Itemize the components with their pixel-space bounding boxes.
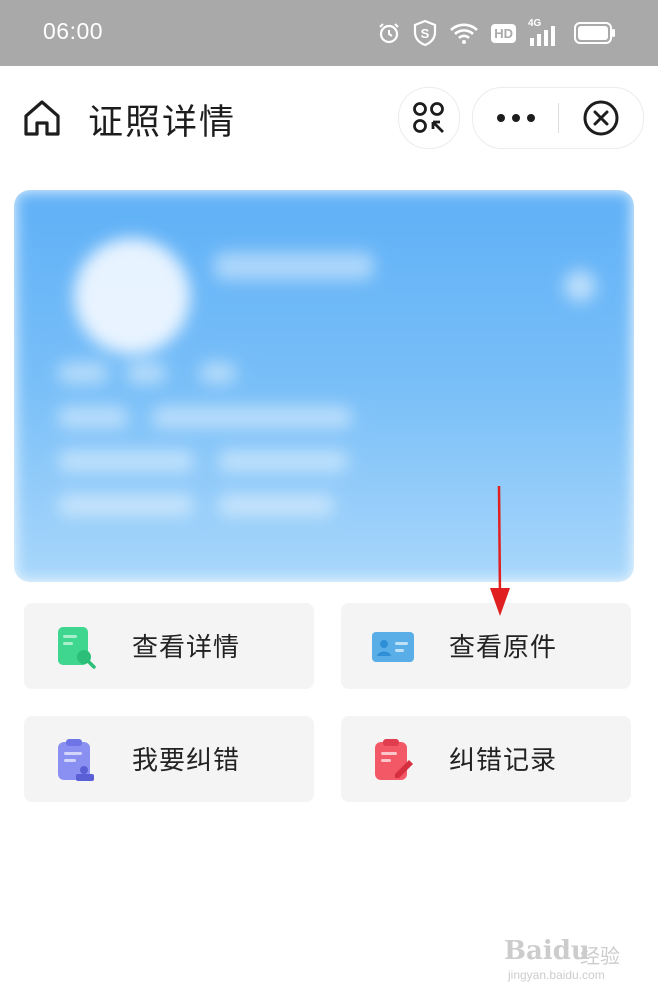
home-icon <box>24 100 60 136</box>
id-card-icon <box>372 632 414 662</box>
watermark-url: jingyan.baidu.com <box>508 968 605 982</box>
status-time: 06:00 <box>43 18 104 44</box>
shield-s-icon: S <box>414 20 437 46</box>
view-original-label: 查看原件 <box>449 633 558 663</box>
baidu-jingyan-watermark: Baidu 经验 jingyan.baidu.com <box>504 936 634 988</box>
alarm-icon <box>379 23 399 44</box>
watermark-brand: Baidu <box>504 936 590 966</box>
certificate-card-blurred-content <box>14 190 634 582</box>
error-records-button[interactable]: 纠错记录 <box>341 716 631 802</box>
document-search-icon <box>58 627 96 669</box>
annotation-arrow <box>490 485 510 616</box>
more-icon <box>496 114 535 122</box>
report-error-button[interactable]: 我要纠错 <box>24 716 314 802</box>
error-records-label: 纠错记录 <box>449 746 558 776</box>
watermark-cn: 经验 <box>580 944 620 968</box>
home-button[interactable] <box>20 96 64 140</box>
certificate-avatar <box>74 238 190 354</box>
view-details-button[interactable]: 查看详情 <box>24 603 314 689</box>
report-error-label: 我要纠错 <box>132 746 241 776</box>
more-button[interactable] <box>473 88 558 148</box>
svg-text:S: S <box>421 26 430 41</box>
signal-4g-icon: 4G <box>528 18 562 46</box>
hd-icon: HD <box>491 23 516 43</box>
header: 证照详情 <box>0 66 658 166</box>
status-bar: 06:00 S HD 4G <box>0 0 658 66</box>
status-icons: S HD 4G <box>377 17 616 49</box>
battery-icon <box>574 22 615 44</box>
view-details-label: 查看详情 <box>132 633 241 663</box>
clipboard-edit-icon <box>375 739 413 780</box>
close-circle-icon <box>583 100 619 136</box>
certificate-card[interactable] <box>14 190 634 582</box>
scan-icon <box>413 102 444 133</box>
scan-button[interactable] <box>398 87 460 149</box>
page-title: 证照详情 <box>88 103 237 143</box>
capsule-menu <box>472 87 644 149</box>
close-button[interactable] <box>559 88 643 148</box>
clipboard-stamp-icon <box>58 739 94 781</box>
wifi-icon <box>450 23 479 44</box>
